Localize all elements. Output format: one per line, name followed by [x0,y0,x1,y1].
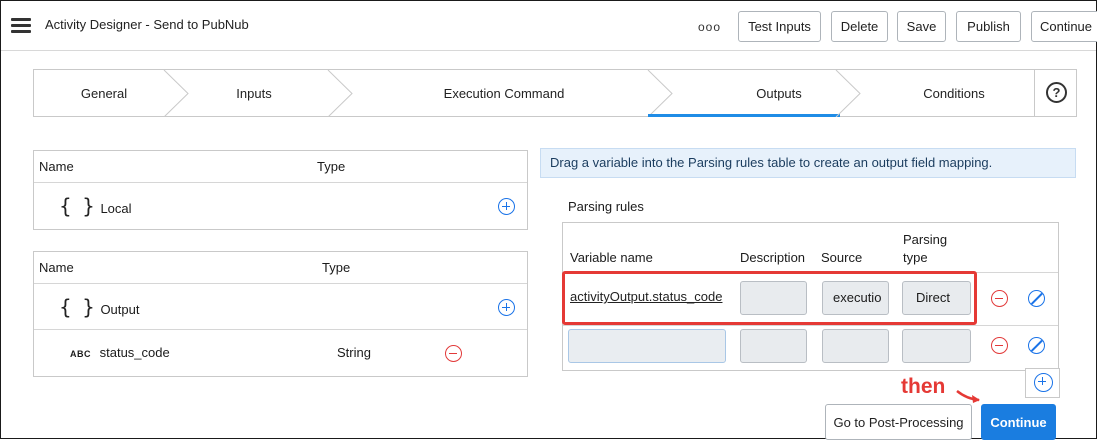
step-execution-command[interactable]: Execution Command [354,70,654,117]
delete-button[interactable]: Delete [831,11,888,42]
add-row-icon[interactable] [1034,373,1053,392]
step-general[interactable]: General [34,70,174,117]
braces-icon: { } [59,194,97,218]
column-header-description: Description [740,250,806,265]
variable-type: String [337,345,371,360]
test-inputs-button[interactable]: Test Inputs [738,11,821,42]
active-step-indicator [648,114,840,117]
continue-header-button[interactable]: Continue [1031,11,1097,42]
clear-circle-icon[interactable] [1028,290,1045,307]
menu-icon[interactable] [11,18,31,34]
variable-name: Local [100,201,132,216]
help-panel: ? [1034,70,1076,117]
parsing-type-field[interactable] [902,329,971,363]
info-message: Drag a variable into the Parsing rules t… [540,148,1076,178]
column-header-name: Name [39,159,74,174]
output-variables-table: Name Type { } Output ABC status_code Str… [33,251,528,377]
remove-circle-icon[interactable] [445,345,462,362]
step-separator [835,70,861,117]
row-label: ABC status_code [70,330,170,377]
column-header-type: Type [317,159,346,174]
highlight-annotation-box [562,271,977,325]
add-circle-icon[interactable] [498,198,515,215]
table-header: Name Type [34,151,527,183]
step-conditions[interactable]: Conditions [874,70,1034,117]
variable-name-field[interactable] [568,329,726,363]
clear-circle-icon[interactable] [1028,337,1045,354]
column-header-parsing: Parsing [903,232,948,247]
column-header-name: Name [39,260,74,275]
add-circle-icon[interactable] [498,299,515,316]
app-header: Activity Designer - Send to PubNub ooo T… [1,1,1097,51]
continue-button[interactable]: Continue [981,404,1056,440]
page-title: Activity Designer - Send to PubNub [45,17,249,32]
description-field[interactable] [740,329,807,363]
parsing-rules-title: Parsing rules [568,199,644,214]
publish-button[interactable]: Publish [956,11,1021,42]
column-header-type: Type [322,260,351,275]
go-to-post-processing-button[interactable]: Go to Post-Processing [825,404,972,440]
table-row[interactable]: { } Output [34,284,527,330]
braces-icon: { } [59,295,97,319]
remove-circle-icon[interactable] [991,290,1008,307]
step-separator [647,70,673,117]
column-header-source: Source [821,250,863,265]
table-row[interactable]: { } Local [34,183,527,229]
remove-circle-icon[interactable] [991,337,1008,354]
more-options-icon[interactable]: ooo [698,20,721,34]
variable-name: Output [100,302,140,317]
help-icon[interactable]: ? [1046,82,1067,103]
source-field[interactable] [822,329,889,363]
wizard-stepper: General Inputs Execution Command Outputs… [33,69,1077,117]
row-label: { } Local [59,183,132,232]
abc-icon: ABC [70,349,91,359]
column-header-type: type [903,250,928,265]
table-row[interactable]: ABC status_code String [34,330,527,376]
table-header: Name Type [34,252,527,284]
then-annotation: then [901,375,946,398]
row-divider [563,325,1058,326]
column-header-variable-name: Variable name [570,250,653,265]
save-button[interactable]: Save [897,11,946,42]
variable-name: status_code [99,345,170,360]
annotation-arrow [956,390,980,403]
step-separator [327,70,353,117]
step-inputs[interactable]: Inputs [184,70,324,117]
local-variables-table: Name Type { } Local [33,150,528,230]
row-label: { } Output [59,284,139,333]
